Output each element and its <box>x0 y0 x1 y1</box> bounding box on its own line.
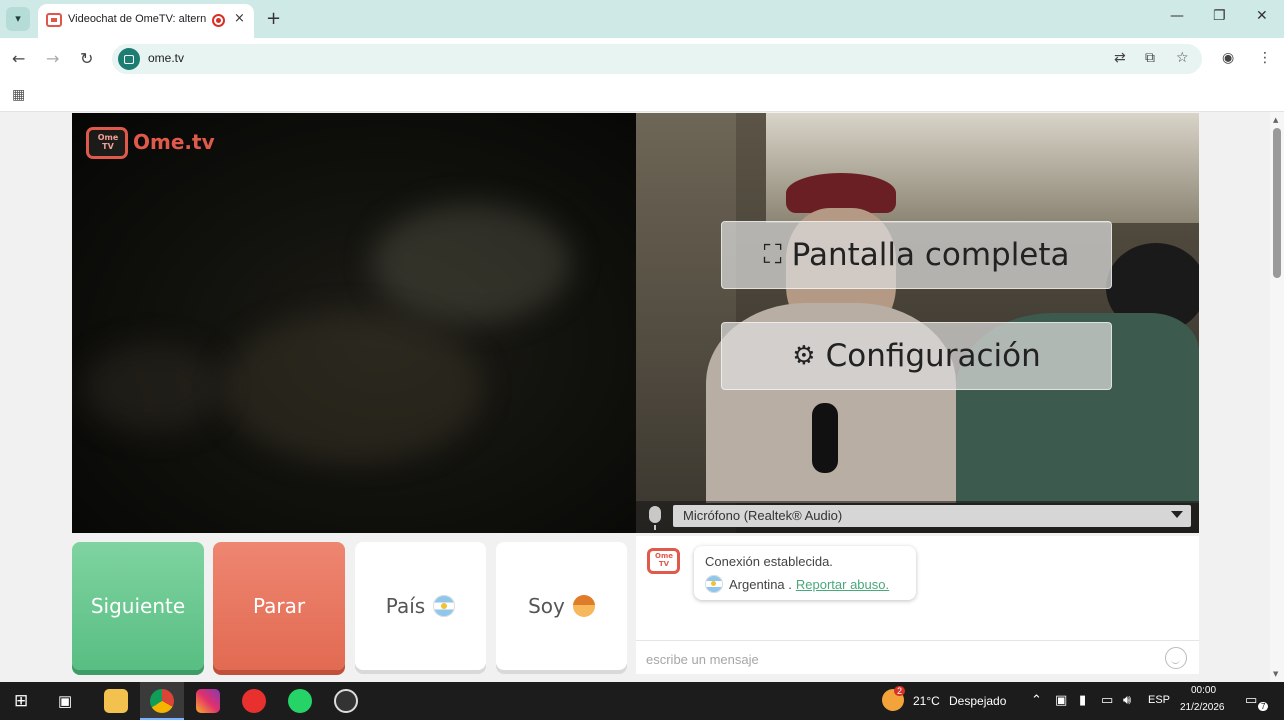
temperature[interactable]: 21°C <box>913 694 940 708</box>
notification-count: 7 <box>1258 702 1269 711</box>
fullscreen-icon: ⛶ <box>763 239 782 270</box>
gear-icon: ⚙ <box>792 341 816 371</box>
language-indicator[interactable]: ESP <box>1148 694 1170 706</box>
file-explorer-icon[interactable] <box>104 689 128 713</box>
obs-icon[interactable] <box>334 689 358 713</box>
site-info-icon[interactable] <box>118 48 140 70</box>
close-window-button[interactable]: ✕ <box>1256 8 1268 24</box>
clock-date[interactable]: 21/2/2026 <box>1180 702 1225 713</box>
recording-icon <box>212 14 225 27</box>
video-noise <box>82 343 222 433</box>
translate-icon[interactable]: ⇄ <box>1114 50 1126 66</box>
fullscreen-label: Pantalla completa <box>791 237 1070 273</box>
address-bar[interactable]: ome.tv <box>112 44 1202 74</box>
stranger-video: Ome TV Ome.tv <box>72 113 636 533</box>
red-cap <box>786 173 896 213</box>
new-tab-button[interactable]: + <box>266 8 281 29</box>
url-text: ome.tv <box>148 51 185 65</box>
network-icon[interactable]: ▭ <box>1101 693 1113 708</box>
microphone-icon <box>649 506 661 530</box>
camera-tray-icon[interactable]: ▣ <box>1055 693 1067 708</box>
tv-icon: Ome TV <box>86 127 128 159</box>
bookmarks-bar: ▦ <box>0 80 1284 112</box>
self-camera: ⛶ Pantalla completa ⚙ Configuración Micr… <box>636 113 1199 533</box>
chevron-down-icon <box>1171 511 1183 518</box>
microphone-select[interactable]: Micrófono (Realtek® Audio) <box>673 505 1191 527</box>
menu-icon[interactable]: ⋮ <box>1258 50 1272 66</box>
argentina-flag-icon <box>433 595 456 617</box>
gender-label: Soy <box>528 594 565 618</box>
bookmark-star-icon[interactable]: ☆ <box>1176 50 1189 66</box>
partner-country-line: Argentina . Reportar abuso. <box>705 575 889 593</box>
scroll-up-icon[interactable]: ▲ <box>1273 116 1278 124</box>
app-red-icon[interactable] <box>242 689 266 713</box>
connection-status: Conexión establecida. <box>705 554 833 569</box>
emoji-icon[interactable] <box>1165 647 1187 669</box>
message-input[interactable] <box>646 649 1146 669</box>
settings-button[interactable]: ⚙ Configuración <box>721 322 1112 390</box>
browser-tabstrip: ▾ Videochat de OmeTV: altern × + — ❐ ✕ <box>0 0 1284 38</box>
page-scrollbar[interactable]: ▲ ▼ <box>1270 112 1284 682</box>
microphone-label: Micrófono (Realtek® Audio) <box>683 508 843 523</box>
argentina-flag-icon <box>705 575 723 593</box>
profile-icon[interactable]: ◉ <box>1222 50 1234 66</box>
stop-button[interactable]: Parar <box>213 542 345 670</box>
ometv-favicon-icon <box>46 13 62 27</box>
studio-microphone <box>812 403 838 473</box>
country-label: País <box>385 594 426 618</box>
install-app-icon[interactable]: ⧉ <box>1145 50 1155 66</box>
system-message: Conexión establecida. Argentina . Report… <box>694 546 916 600</box>
clock-time[interactable]: 00:00 <box>1191 685 1216 696</box>
boy-icon <box>572 595 595 617</box>
volume-icon[interactable]: 🔊︎ <box>1123 693 1131 708</box>
chrome-icon[interactable] <box>150 689 174 713</box>
whatsapp-icon[interactable] <box>288 689 312 713</box>
report-abuse-link[interactable]: Reportar abuso. <box>796 577 889 592</box>
partner-country: Argentina . <box>729 576 792 592</box>
video-noise <box>222 313 482 463</box>
chat-panel: Ome TV Conexión establecida. Argentina .… <box>636 536 1199 674</box>
ometv-tv-icon: Ome TV <box>647 548 680 574</box>
minimize-button[interactable]: — <box>1170 8 1184 24</box>
next-button[interactable]: Siguiente <box>72 542 204 670</box>
scroll-down-icon[interactable]: ▼ <box>1273 670 1278 678</box>
chevron-up-icon[interactable]: ⌃ <box>1031 693 1042 708</box>
tab-search-button[interactable]: ▾ <box>6 7 30 31</box>
settings-label: Configuración <box>825 338 1041 374</box>
browser-tab[interactable]: Videochat de OmeTV: altern × <box>38 4 254 38</box>
reload-button[interactable]: ↻ <box>80 49 93 68</box>
weather-badge: 2 <box>894 686 906 696</box>
fullscreen-button[interactable]: ⛶ Pantalla completa <box>721 221 1112 289</box>
back-button[interactable]: ← <box>12 49 25 68</box>
country-button[interactable]: País <box>355 542 486 670</box>
microphone-bar: Micrófono (Realtek® Audio) <box>636 501 1199 533</box>
tab-close-button[interactable]: × <box>234 11 245 26</box>
windows-taskbar: ⊞ ▣ 2 21°C Despejado ⌃ ▣ ▮ ▭ 🔊︎ ESP 00:0… <box>0 682 1284 720</box>
notifications-icon[interactable]: ▭ <box>1245 693 1257 708</box>
restore-button[interactable]: ❐ <box>1213 8 1226 24</box>
windows-start-icon[interactable]: ⊞ <box>14 691 28 711</box>
browser-toolbar: ← → ↻ ome.tv ⇄ ⧉ ☆ ◉ ⋮ <box>0 38 1284 80</box>
scroll-thumb[interactable] <box>1273 128 1281 278</box>
apps-grid-icon[interactable]: ▦ <box>12 87 25 103</box>
video-noise <box>372 203 572 323</box>
instagram-icon[interactable] <box>196 689 220 713</box>
tab-title: Videochat de OmeTV: altern <box>68 13 207 25</box>
task-view-icon[interactable]: ▣ <box>58 692 72 710</box>
microphone-tray-icon[interactable]: ▮ <box>1079 693 1086 708</box>
weather-text[interactable]: Despejado <box>949 694 1006 708</box>
gender-button[interactable]: Soy <box>496 542 627 670</box>
forward-button[interactable]: → <box>46 49 59 68</box>
logo-text: Ome.tv <box>133 130 215 154</box>
chat-input-area <box>636 640 1199 674</box>
next-label: Siguiente <box>90 594 186 618</box>
stop-label: Parar <box>252 594 306 618</box>
